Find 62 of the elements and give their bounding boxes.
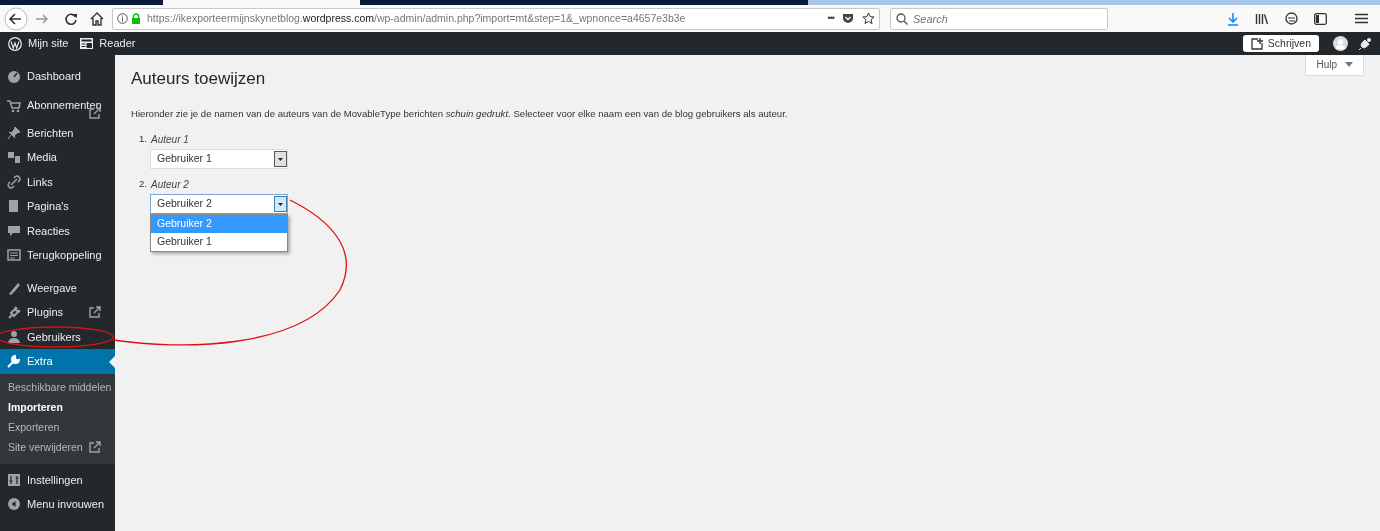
lock-icon <box>131 13 141 24</box>
sidebar-item[interactable]: Pagina's <box>0 194 115 219</box>
url-text: https://ikexporteermijnskynetblog.wordpress.com/wp-admin/admin.php?import=mt&step=1&_wpnonce=a4657e3b3e <box>147 10 687 26</box>
write-button[interactable]: Schrijven <box>1242 35 1319 52</box>
media-icon <box>7 150 21 165</box>
wrench-icon <box>7 354 21 369</box>
cart-icon <box>7 98 21 113</box>
form-icon <box>7 248 21 263</box>
speech-bubble-icon <box>7 223 21 238</box>
sidebar-item[interactable]: Instellingen <box>0 467 115 492</box>
intro-text: Hieronder zie je de namen van de auteurs van de MovableType berichten schuin gedrukt. Selecteer voor elke naam een van de blog gebruikers als auteur. <box>131 107 789 122</box>
sidebar-item[interactable]: Menu invouwen <box>0 492 115 517</box>
sidebar-item[interactable]: Terugkoppeling <box>0 243 115 268</box>
link-icon <box>7 174 21 189</box>
search-field[interactable]: Search <box>890 7 1108 30</box>
sidebar-item[interactable]: Dashboard <box>0 64 115 89</box>
sidebar-item[interactable]: Berichten <box>0 120 115 145</box>
menu-icon[interactable] <box>1355 13 1368 24</box>
submenu-item[interactable]: Importeren <box>0 397 115 418</box>
user-select[interactable]: Gebruiker 1 <box>150 148 288 169</box>
dashboard-icon <box>7 69 21 84</box>
reader-link[interactable]: Reader <box>99 35 136 52</box>
page-icon <box>7 199 21 214</box>
plug-icon <box>7 305 21 320</box>
sidebar-item[interactable]: Extra <box>0 349 115 374</box>
reload-icon[interactable] <box>64 11 78 26</box>
sidebar-icon[interactable] <box>1314 12 1327 25</box>
star-icon[interactable] <box>862 12 875 25</box>
caret-icon <box>1345 62 1353 67</box>
more-button[interactable]: ••• <box>827 11 834 26</box>
dropdown-option[interactable]: Gebruiker 1 <box>151 232 287 251</box>
library-icon[interactable] <box>1255 12 1269 25</box>
sidebar-item[interactable]: Links <box>0 169 115 194</box>
wordpress-logo-icon <box>8 36 22 51</box>
person-icon <box>7 329 21 344</box>
sidebar-item[interactable]: Weergave <box>0 275 115 300</box>
back-icon[interactable] <box>4 6 28 31</box>
sidebar-item[interactable]: Media <box>0 145 115 170</box>
download-icon[interactable] <box>1227 11 1239 26</box>
info-icon <box>117 13 128 24</box>
submenu-item[interactable]: Beschikbare middelen <box>0 377 115 398</box>
page-title: Auteurs toewijzen <box>131 69 267 90</box>
site-link[interactable]: Mijn site <box>28 35 69 52</box>
avatar-icon[interactable] <box>1333 36 1348 51</box>
sidebar-item[interactable]: Plugins <box>0 300 115 325</box>
author-label: Auteur 1 <box>151 132 189 147</box>
pocket-icon[interactable] <box>842 13 854 24</box>
reader-icon <box>80 38 94 49</box>
sidebar-item[interactable]: Reacties <box>0 218 115 243</box>
help-button[interactable]: Hulp <box>1305 55 1364 76</box>
sliders-icon <box>7 472 21 487</box>
pin-icon <box>7 125 21 140</box>
home-icon[interactable] <box>90 11 104 26</box>
author-label: Auteur 2 <box>151 177 189 192</box>
list-number: 1. <box>138 132 148 147</box>
list-number: 2. <box>138 177 148 192</box>
submenu-item[interactable]: Exporteren <box>0 417 115 438</box>
new-post-icon <box>1250 37 1263 50</box>
sidebar-item[interactable]: Abonnementen <box>0 88 115 121</box>
sidebar-item[interactable]: Gebruikers <box>0 324 115 349</box>
address-bar[interactable]: https://ikexporteermijnskynetblog.wordpress.com/wp-admin/admin.php?import=mt&step=1&_wpnonce=a4657e3b3e ••• <box>112 7 880 30</box>
submenu-item[interactable]: Site verwijderen <box>0 437 115 458</box>
